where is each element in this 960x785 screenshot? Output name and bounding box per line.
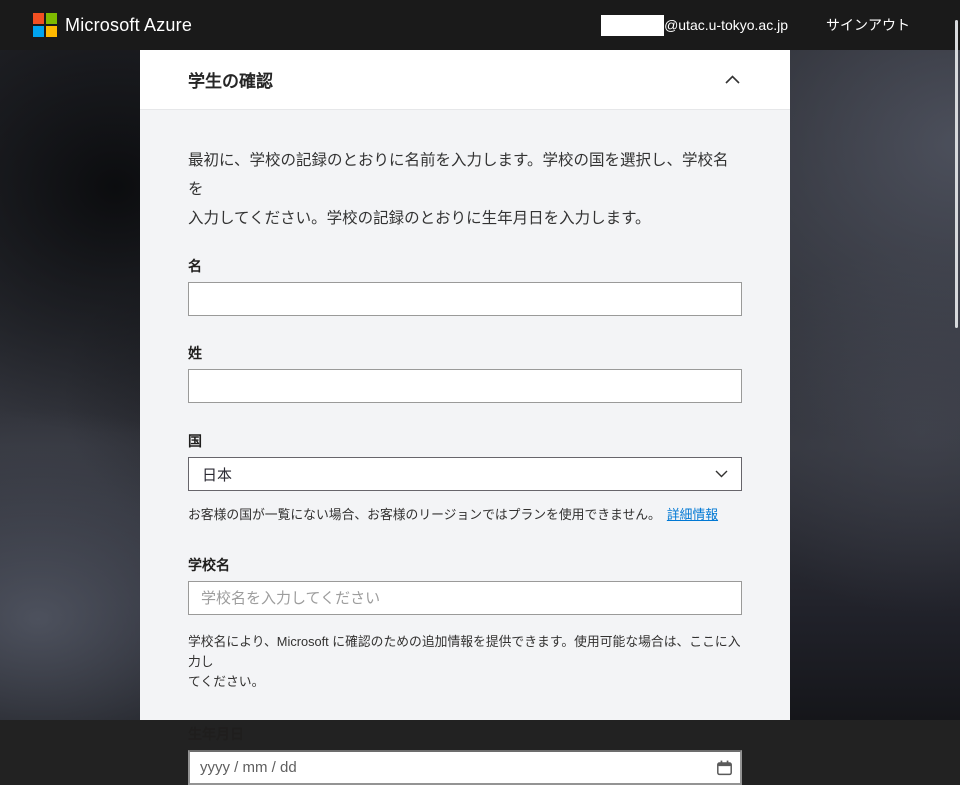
collapse-section-button[interactable] — [721, 69, 743, 91]
form-description: 最初に、学校の記録のとおりに名前を入力します。学校の国を選択し、学校名を 入力し… — [188, 146, 742, 233]
country-help-body: お客様の国が一覧にない場合、お客様のリージョンではプランを使用できません。 — [188, 507, 661, 522]
azure-home-link[interactable]: Microsoft Azure — [33, 13, 192, 37]
calendar-picker-button[interactable] — [716, 760, 733, 776]
country-selected-value: 日本 — [202, 464, 232, 485]
microsoft-logo-icon — [33, 13, 57, 37]
country-help-text: お客様の国が一覧にない場合、お客様のリージョンではプランを使用できません。詳細情… — [188, 505, 742, 525]
school-name-label: 学校名 — [188, 556, 742, 574]
page-scrollbar-thumb[interactable] — [955, 20, 958, 328]
last-name-input[interactable] — [188, 369, 742, 403]
country-label: 国 — [188, 432, 742, 450]
account-email-domain: @utac.u-tokyo.ac.jp — [664, 17, 788, 33]
last-name-label: 姓 — [188, 344, 742, 362]
birth-date-input[interactable] — [188, 750, 742, 785]
student-verification-panel: 学生の確認 最初に、学校の記録のとおりに名前を入力します。学校の国を選択し、学校… — [140, 50, 790, 720]
panel-body: 最初に、学校の記録のとおりに名前を入力します。学校の国を選択し、学校名を 入力し… — [140, 110, 790, 785]
panel-title: 学生の確認 — [188, 67, 273, 92]
chevron-up-icon — [725, 75, 740, 84]
first-name-label: 名 — [188, 257, 742, 275]
birth-date-label: 生年月日 — [188, 725, 742, 743]
brand-title: Microsoft Azure — [65, 15, 192, 36]
school-name-input[interactable] — [188, 581, 742, 615]
first-name-input[interactable] — [188, 282, 742, 316]
redacted-username — [601, 15, 664, 36]
sign-out-button[interactable]: サインアウト — [826, 15, 910, 35]
more-info-link[interactable]: 詳細情報 — [667, 507, 718, 522]
birth-date-field — [188, 750, 742, 785]
azure-topbar: Microsoft Azure @utac.u-tokyo.ac.jp サインア… — [0, 0, 960, 50]
topbar-account-area: @utac.u-tokyo.ac.jp サインアウト — [601, 15, 910, 36]
panel-header: 学生の確認 — [140, 50, 790, 110]
chevron-down-icon — [715, 470, 728, 478]
calendar-icon — [716, 760, 733, 776]
school-help-text: 学校名により、Microsoft に確認のための追加情報を提供できます。使用可能… — [188, 632, 742, 692]
country-select[interactable]: 日本 — [188, 457, 742, 491]
